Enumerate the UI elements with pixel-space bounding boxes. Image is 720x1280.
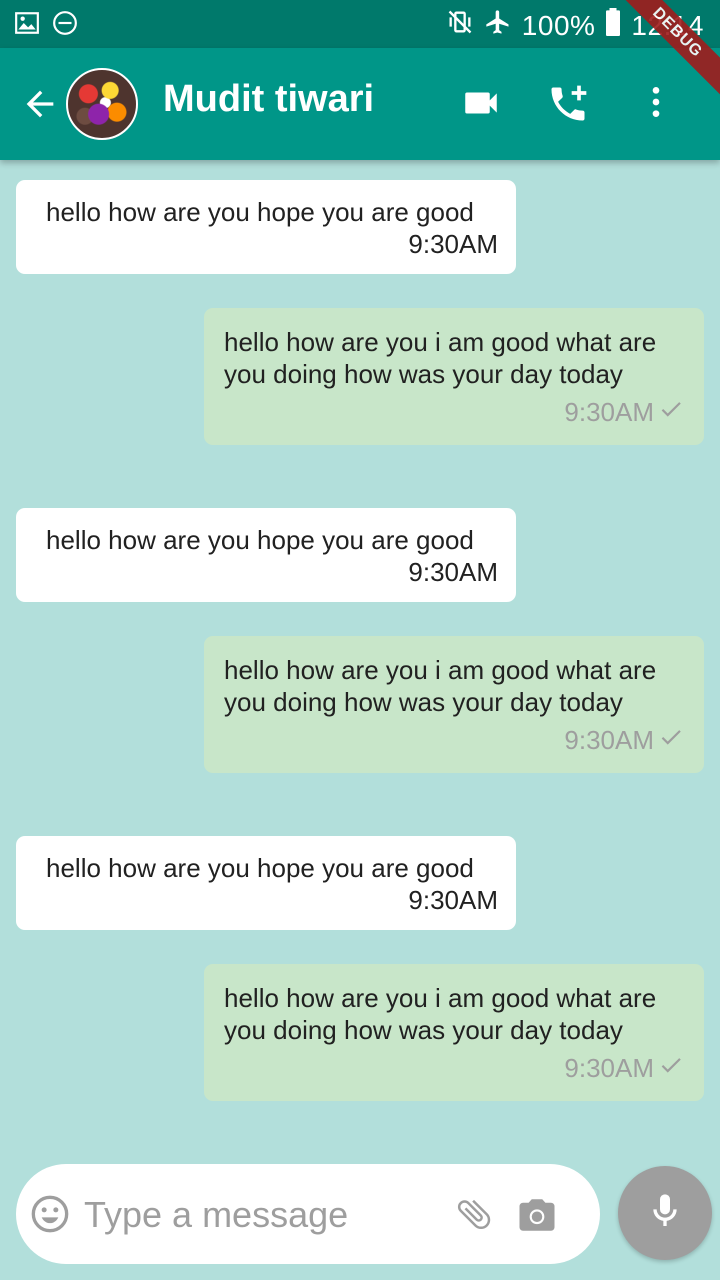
attach-icon — [454, 1199, 494, 1238]
message-composer — [16, 1164, 600, 1264]
battery-percentage: 100% — [521, 9, 596, 41]
back-arrow-icon — [20, 90, 60, 128]
add-call-icon — [546, 85, 590, 130]
airplane-icon — [484, 8, 512, 43]
outgoing-message[interactable]: hello how are you i am good what are you… — [204, 636, 704, 773]
add-call-button[interactable] — [546, 82, 590, 131]
more-options-button[interactable] — [636, 82, 676, 127]
message-time: 9:30AM — [408, 885, 498, 915]
message-time: 9:30AM — [408, 229, 498, 259]
message-text: hello how are you i am good what are you… — [224, 983, 657, 1045]
message-text: hello how are you i am good what are you… — [224, 655, 657, 717]
back-button[interactable] — [20, 84, 64, 128]
video-call-button[interactable] — [460, 82, 502, 129]
image-icon — [14, 10, 40, 41]
incoming-message[interactable]: hello how are you hope you are good 9:30… — [16, 836, 516, 930]
message-text: hello how are you hope you are good — [46, 525, 474, 555]
more-vert-icon — [636, 87, 676, 126]
contact-name[interactable]: Mudit tiwari — [163, 78, 374, 121]
message-time: 9:30AM — [564, 397, 654, 427]
status-bar: 100% 12:14 — [0, 0, 720, 48]
avatar[interactable] — [66, 68, 138, 140]
message-list[interactable]: hello how are you hope you are good 9:30… — [0, 160, 720, 1160]
message-text: hello how are you hope you are good — [46, 197, 474, 227]
check-icon — [658, 1052, 684, 1085]
message-time: 9:30AM — [408, 557, 498, 587]
message-time: 9:30AM — [564, 725, 654, 755]
message-text: hello how are you hope you are good — [46, 853, 474, 883]
do-not-disturb-icon — [52, 10, 78, 41]
message-input[interactable] — [82, 1188, 426, 1242]
camera-icon — [516, 1199, 558, 1240]
outgoing-message[interactable]: hello how are you i am good what are you… — [204, 308, 704, 445]
mic-button[interactable] — [618, 1166, 712, 1260]
incoming-message[interactable]: hello how are you hope you are good 9:30… — [16, 180, 516, 274]
message-text: hello how are you i am good what are you… — [224, 327, 657, 389]
emoji-button[interactable] — [30, 1194, 70, 1239]
emoji-icon — [30, 1195, 70, 1238]
check-icon — [658, 396, 684, 429]
message-time: 9:30AM — [564, 1053, 654, 1083]
outgoing-message[interactable]: hello how are you i am good what are you… — [204, 964, 704, 1101]
incoming-message[interactable]: hello how are you hope you are good 9:30… — [16, 508, 516, 602]
mute-vibrate-icon — [446, 8, 474, 43]
app-bar: Mudit tiwari — [0, 48, 720, 160]
check-icon — [658, 724, 684, 757]
attach-button[interactable] — [454, 1194, 494, 1239]
camera-button[interactable] — [516, 1194, 558, 1241]
battery-icon — [605, 8, 621, 43]
mic-icon — [645, 1191, 685, 1236]
video-call-icon — [460, 92, 502, 128]
